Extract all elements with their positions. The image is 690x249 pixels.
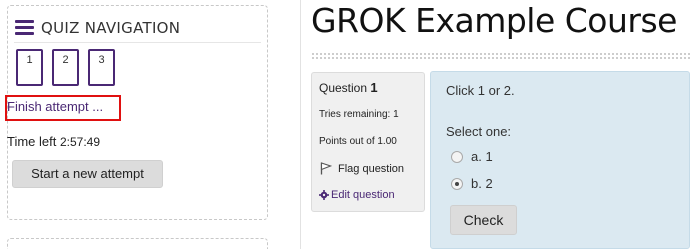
question-text: Click 1 or 2. <box>446 83 515 98</box>
edit-question-label: Edit question <box>331 189 395 201</box>
start-new-attempt-button[interactable]: Start a new attempt <box>12 160 163 188</box>
divider <box>14 42 261 43</box>
quiz-navigation-title: QUIZ NAVIGATION <box>41 19 181 37</box>
edit-question-link[interactable]: Edit question <box>319 189 395 201</box>
answer-option-a[interactable]: a. 1 <box>451 149 493 164</box>
question-buttons: 1 2 3 <box>16 49 124 86</box>
tries-remaining: Tries remaining: 1 <box>319 109 399 120</box>
points: Points out of 1.00 <box>319 136 397 147</box>
question-button-2[interactable]: 2 <box>52 49 79 86</box>
answer-option-label: b. 2 <box>471 176 493 191</box>
select-one-label: Select one: <box>446 124 512 139</box>
page-title: GROK Example Course <box>311 1 677 40</box>
question-number: Question 1 <box>319 80 378 95</box>
gear-icon <box>319 190 329 200</box>
time-left-value: 2:57:49 <box>59 135 101 149</box>
finish-attempt-link[interactable]: Finish attempt ... <box>7 99 103 114</box>
question-content: Click 1 or 2. Select one: a. 1 b. 2 Chec… <box>430 71 690 249</box>
secondary-block <box>7 238 268 249</box>
answer-option-b[interactable]: b. 2 <box>451 176 493 191</box>
flag-icon <box>320 162 332 175</box>
check-button[interactable]: Check <box>450 205 517 235</box>
flag-question-toggle[interactable]: Flag question <box>320 162 404 175</box>
column-divider <box>300 0 301 249</box>
radio-button[interactable] <box>451 177 463 190</box>
time-left: Time left 2:57:49 <box>7 134 100 149</box>
question-button-1[interactable]: 1 <box>16 49 43 86</box>
question-button-3[interactable]: 3 <box>88 49 115 86</box>
question-label: Question <box>319 81 368 95</box>
quiz-navigation-header: QUIZ NAVIGATION <box>15 19 180 37</box>
time-left-label: Time left <box>7 134 57 149</box>
answer-option-label: a. 1 <box>471 149 493 164</box>
radio-button[interactable] <box>451 150 463 163</box>
menu-icon[interactable] <box>15 20 34 36</box>
question-number-value: 1 <box>370 80 378 95</box>
title-divider <box>311 52 690 60</box>
flag-question-label: Flag question <box>338 162 405 175</box>
question-info-panel: Question 1 Tries remaining: 1 Points out… <box>311 72 425 212</box>
